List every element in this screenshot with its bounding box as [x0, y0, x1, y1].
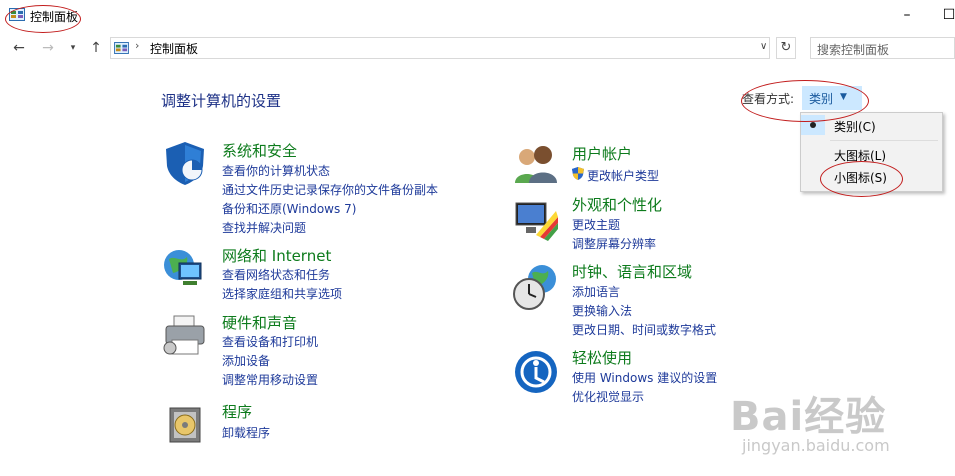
category-ease-of-access[interactable]: 轻松使用 — [572, 347, 632, 368]
category-hardware-sound[interactable]: 硬件和声音 — [222, 312, 297, 333]
link-homegroup[interactable]: 选择家庭组和共享选项 — [222, 285, 342, 302]
users-icon — [515, 146, 557, 183]
network-globe-icon — [164, 250, 202, 285]
link-devices-printers[interactable]: 查看设备和打印机 — [222, 333, 318, 350]
link-screen-resolution[interactable]: 调整屏幕分辨率 — [572, 235, 656, 252]
annotation-ellipse-small-icons — [820, 161, 903, 197]
category-user-accounts[interactable]: 用户帐户 — [572, 143, 632, 164]
minimize-button[interactable]: – — [893, 4, 921, 26]
forward-button[interactable]: → — [39, 38, 57, 58]
uac-shield-icon — [572, 167, 584, 180]
link-backup-restore[interactable]: 备份和还原(Windows 7) — [222, 200, 356, 217]
chevron-right-icon: › — [135, 39, 140, 52]
title-bar — [0, 0, 955, 32]
page-title: 调整计算机的设置 — [161, 92, 282, 110]
programs-disc-icon — [169, 407, 201, 443]
category-appearance[interactable]: 外观和个性化 — [572, 194, 662, 215]
category-programs[interactable]: 程序 — [222, 401, 252, 422]
address-dropdown-icon[interactable]: ∨ — [760, 41, 767, 52]
search-placeholder: 搜索控制面板 — [817, 43, 890, 57]
link-recommended-settings[interactable]: 使用 Windows 建议的设置 — [572, 369, 717, 386]
link-date-format[interactable]: 更改日期、时间或数字格式 — [572, 321, 716, 338]
radio-dot-icon — [810, 122, 816, 128]
maximize-button[interactable]: ☐ — [935, 4, 955, 26]
link-mobility-settings[interactable]: 调整常用移动设置 — [222, 371, 318, 388]
control-panel-icon — [114, 42, 129, 54]
back-button[interactable]: ← — [10, 38, 28, 58]
menu-divider — [830, 140, 938, 141]
link-file-history[interactable]: 通过文件历史记录保存你的文件备份副本 — [222, 181, 438, 198]
link-troubleshoot[interactable]: 查找并解决问题 — [222, 219, 306, 236]
refresh-button[interactable]: ↻ — [776, 37, 796, 59]
category-system-security[interactable]: 系统和安全 — [222, 140, 297, 161]
link-change-theme[interactable]: 更改主题 — [572, 216, 620, 233]
watermark-url: jingyan.baidu.com — [742, 436, 890, 455]
link-add-language[interactable]: 添加语言 — [572, 283, 620, 300]
annotation-ellipse-title — [5, 5, 81, 33]
ease-of-access-icon — [515, 351, 557, 393]
link-optimize-display[interactable]: 优化视觉显示 — [572, 388, 644, 405]
link-change-account-type[interactable]: 更改帐户类型 — [587, 167, 659, 184]
category-clock-region[interactable]: 时钟、语言和区域 — [572, 261, 692, 282]
up-button[interactable]: ↑ — [87, 38, 105, 58]
clock-globe-icon — [513, 265, 556, 310]
shield-icon — [166, 142, 204, 185]
category-network[interactable]: 网络和 Internet — [222, 245, 331, 266]
link-network-status[interactable]: 查看网络状态和任务 — [222, 266, 330, 283]
appearance-monitor-icon — [515, 202, 558, 241]
link-add-device[interactable]: 添加设备 — [222, 352, 270, 369]
link-check-status[interactable]: 查看你的计算机状态 — [222, 162, 330, 179]
menu-item-category[interactable]: 类别(C) — [834, 118, 876, 135]
recent-locations-button[interactable]: ▾ — [64, 38, 82, 58]
link-uninstall[interactable]: 卸载程序 — [222, 424, 270, 441]
breadcrumb[interactable]: 控制面板 — [150, 40, 198, 57]
watermark-logo: Bai经验 — [730, 394, 887, 440]
link-change-input[interactable]: 更换输入法 — [572, 302, 632, 319]
address-bar[interactable] — [110, 37, 770, 59]
annotation-ellipse-viewby — [741, 80, 869, 122]
printer-icon — [163, 315, 205, 355]
